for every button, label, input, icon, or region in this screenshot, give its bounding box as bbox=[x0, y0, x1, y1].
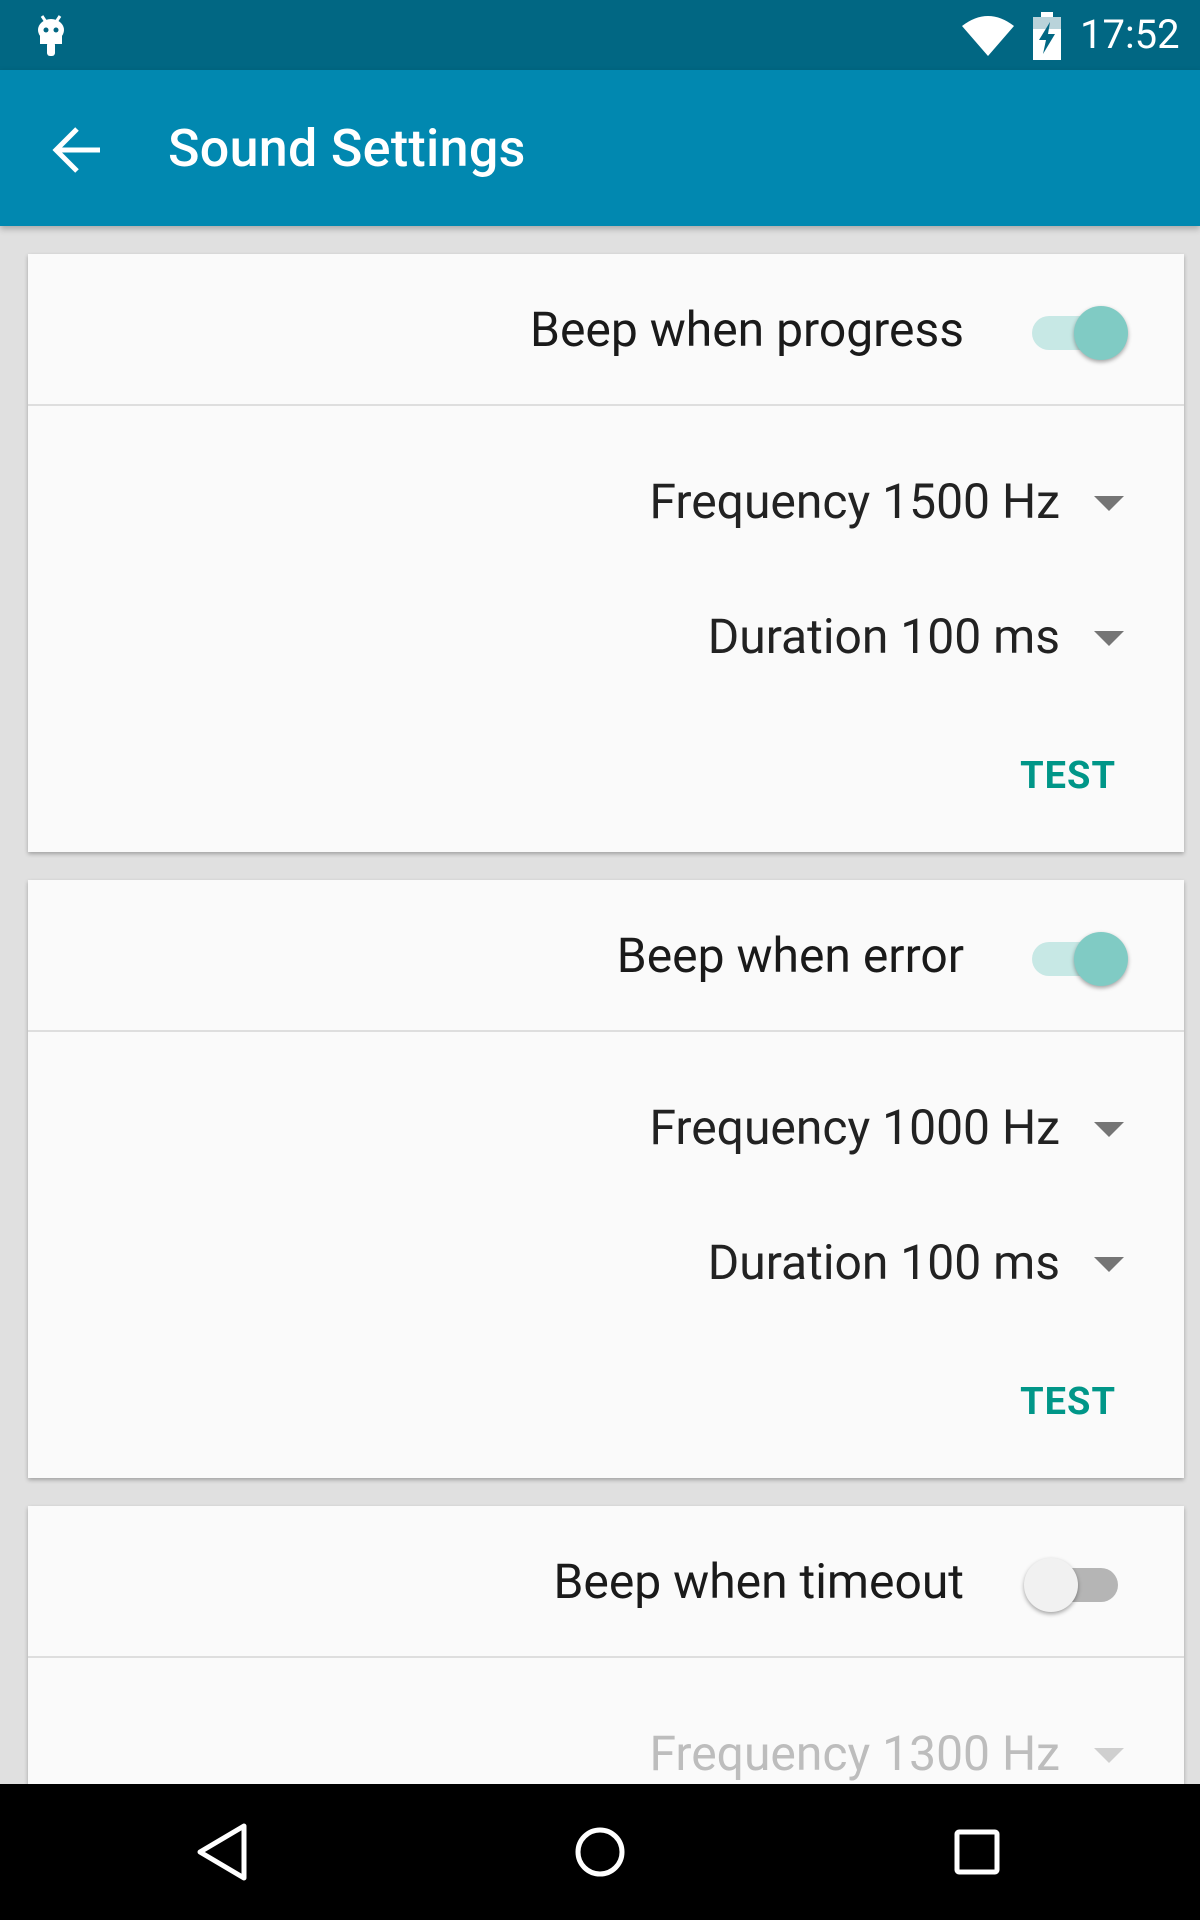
beep-error-label: Beep when error bbox=[616, 927, 964, 984]
switch-thumb bbox=[1074, 306, 1128, 360]
chevron-down-icon bbox=[1094, 496, 1124, 511]
nav-back-icon[interactable] bbox=[192, 1820, 256, 1884]
frequency-value: Frequency 1000 Hz bbox=[649, 1099, 1060, 1156]
card-header: Beep when timeout bbox=[28, 1506, 1184, 1658]
duration-value: Duration 100 ms bbox=[707, 1234, 1060, 1291]
chevron-down-icon bbox=[1094, 1122, 1124, 1137]
duration-dropdown[interactable]: Duration 100 ms bbox=[524, 1223, 1124, 1303]
beep-progress-card: Beep when progress Frequency 1500 Hz Dur… bbox=[28, 254, 1184, 852]
switch-thumb bbox=[1074, 932, 1128, 986]
android-icon bbox=[38, 15, 64, 56]
test-button[interactable]: TEST bbox=[1020, 1372, 1116, 1432]
beep-progress-switch[interactable] bbox=[1024, 306, 1132, 360]
status-clock: 17:52 bbox=[1080, 11, 1180, 58]
beep-timeout-switch[interactable] bbox=[1024, 1558, 1132, 1612]
frequency-value: Frequency 1500 Hz bbox=[649, 473, 1060, 530]
settings-list[interactable]: Beep when progress Frequency 1500 Hz Dur… bbox=[0, 226, 1200, 1784]
beep-error-card: Beep when error Frequency 1000 Hz Durati… bbox=[28, 880, 1184, 1478]
card-header: Beep when progress bbox=[28, 254, 1184, 406]
duration-value: Duration 100 ms bbox=[707, 608, 1060, 665]
duration-dropdown[interactable]: Duration 100 ms bbox=[524, 597, 1124, 677]
frequency-dropdown[interactable]: Frequency 1000 Hz bbox=[524, 1088, 1124, 1168]
chevron-down-icon bbox=[1094, 1748, 1124, 1763]
arrow-back-icon[interactable] bbox=[50, 122, 106, 178]
beep-timeout-label: Beep when timeout bbox=[553, 1553, 964, 1610]
navigation-bar bbox=[0, 1784, 1200, 1920]
nav-recents-icon[interactable] bbox=[945, 1820, 1009, 1884]
page-title: Sound Settings bbox=[168, 118, 526, 179]
test-button[interactable]: TEST bbox=[1020, 746, 1116, 806]
chevron-down-icon bbox=[1094, 631, 1124, 646]
nav-home-icon[interactable] bbox=[568, 1820, 632, 1884]
frequency-value: Frequency 1300 Hz bbox=[649, 1725, 1060, 1782]
frequency-dropdown[interactable]: Frequency 1300 Hz bbox=[524, 1714, 1124, 1784]
beep-progress-label: Beep when progress bbox=[530, 301, 964, 358]
wifi-icon bbox=[962, 16, 1014, 56]
beep-error-switch[interactable] bbox=[1024, 932, 1132, 986]
app-bar: Sound Settings bbox=[0, 70, 1200, 226]
status-bar: 17:52 bbox=[0, 0, 1200, 70]
chevron-down-icon bbox=[1094, 1257, 1124, 1272]
card-header: Beep when error bbox=[28, 880, 1184, 1032]
beep-timeout-card: Beep when timeout Frequency 1300 Hz bbox=[28, 1506, 1184, 1784]
switch-thumb bbox=[1024, 1558, 1078, 1612]
battery-charging-icon bbox=[1033, 12, 1061, 60]
frequency-dropdown[interactable]: Frequency 1500 Hz bbox=[524, 462, 1124, 542]
